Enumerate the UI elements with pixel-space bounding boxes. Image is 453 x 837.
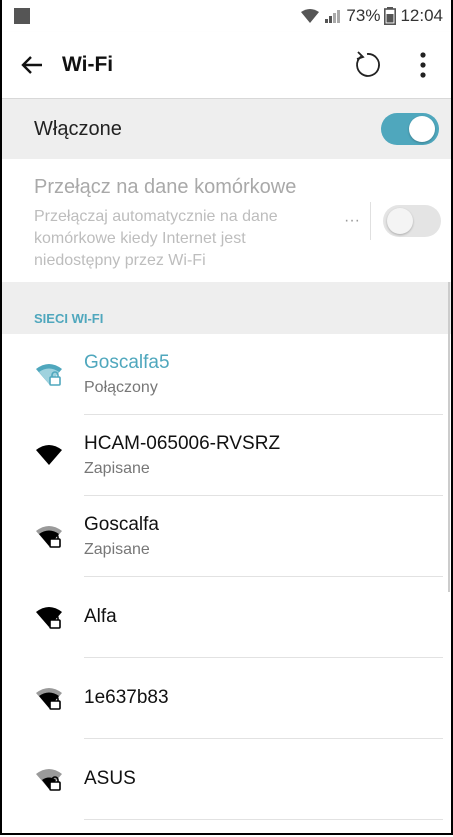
network-name: Goscalfa [84,514,159,535]
fallback-description: Przełączaj automatycznie na dane komórko… [34,208,278,269]
network-item[interactable]: Goscalfa5 Połączony [2,334,451,415]
refresh-button[interactable] [339,32,395,98]
refresh-icon [356,51,380,77]
switch-knob [387,208,413,234]
switch-knob [409,116,435,142]
network-item[interactable]: 1e637b83 [2,658,451,739]
fallback-switch[interactable] [383,205,441,237]
more-vert-icon [420,52,426,78]
network-list: Goscalfa5 Połączony HCAM-065006-RVSRZ Za… [2,334,451,820]
back-button[interactable] [2,32,62,98]
notification-icon [14,8,30,24]
arrow-left-icon [21,56,42,74]
network-item[interactable]: Goscalfa Zapisane [2,496,451,577]
network-name: Goscalfa5 [84,352,170,373]
network-name: Alfa [84,606,117,627]
clock: 12:04 [400,6,443,25]
networks-section-header: SIECI WI-FI [2,282,451,334]
network-status: Zapisane [84,541,150,558]
wifi-master-row[interactable]: Włączone [2,99,451,159]
more-options-button[interactable] [395,32,451,98]
fallback-more-icon[interactable]: ··· [344,212,360,230]
network-status: Zapisane [84,460,150,477]
divider [84,819,443,820]
fallback-title: Przełącz na dane komórkowe [34,176,297,198]
wifi-master-switch[interactable] [381,113,439,145]
wifi-locked-icon [36,526,62,548]
wifi-master-label: Włączone [34,117,122,140]
wifi-locked-icon [36,607,62,629]
network-item[interactable]: Alfa [2,577,451,658]
wifi-locked-icon [36,769,62,791]
app-bar: Wi-Fi [2,32,451,99]
status-bar: 73% 12:04 [2,0,451,32]
battery-percent: 73% [346,6,381,25]
network-item[interactable]: ASUS [2,739,451,820]
network-name: ASUS [84,768,136,789]
signal-icon [325,10,341,23]
network-name: 1e637b83 [84,687,169,708]
wifi-locked-icon [36,688,62,710]
scrollbar[interactable] [448,282,450,592]
section-label: SIECI WI-FI [34,311,104,326]
wifi-status-icon [301,9,320,23]
phone-screen: 73% 12:04 Wi-Fi Włączone Przełącz na dan… [0,0,453,835]
page-title: Wi-Fi [62,53,114,76]
network-item[interactable]: HCAM-065006-RVSRZ Zapisane [2,415,451,496]
wifi-open-icon [36,445,62,465]
network-name: HCAM-065006-RVSRZ [84,433,281,454]
network-status: Połączony [84,379,158,396]
mobile-data-fallback-row[interactable]: Przełącz na dane komórkowe Przełączaj au… [2,160,451,282]
wifi-locked-connected-icon [36,364,62,386]
battery-icon [384,7,397,25]
divider [370,202,371,240]
